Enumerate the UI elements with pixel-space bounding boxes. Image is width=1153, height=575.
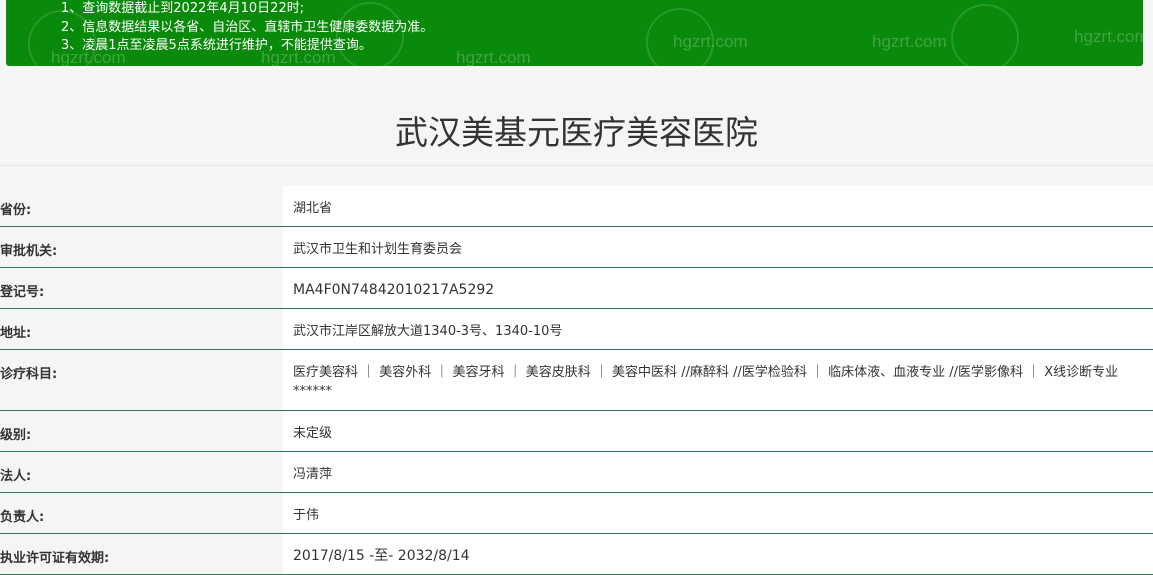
row-label: 审批机关: <box>0 227 283 267</box>
watermark-text: hgzrt.com <box>456 48 531 66</box>
table-row: 级别: 未定级 <box>0 411 1153 452</box>
notice-item: 2、信息数据结果以各省、自治区、直辖市卫生健康委数据为准。 <box>61 19 434 35</box>
watermark-logo-icon <box>951 4 1019 66</box>
row-value: 武汉市江岸区解放大道1340-3号、1340-10号 <box>283 309 1153 349</box>
table-row: 审批机关: 武汉市卫生和计划生育委员会 <box>0 227 1153 268</box>
table-row: 登记号: MA4F0N74842010217A5292 <box>0 268 1153 309</box>
row-label: 省份: <box>0 186 283 226</box>
table-row: 省份: 湖北省 <box>0 186 1153 227</box>
row-label: 地址: <box>0 309 283 349</box>
row-value: 2017/8/15 -至- 2032/8/14 <box>283 534 1153 574</box>
row-value: 未定级 <box>283 411 1153 451</box>
row-value: 湖北省 <box>283 186 1153 226</box>
notice-list: 1、查询数据截止到2022年4月10日22时; 2、信息数据结果以各省、自治区、… <box>61 0 433 56</box>
watermark-text: hgzrt.com <box>673 32 748 51</box>
watermark-text: hgzrt.com <box>1074 27 1143 46</box>
row-label: 法人: <box>0 452 283 492</box>
watermark-text: hgzrt.com <box>872 32 947 51</box>
title-divider <box>0 165 1153 166</box>
row-value: 冯清萍 <box>283 452 1153 492</box>
row-value: MA4F0N74842010217A5292 <box>283 268 1153 308</box>
row-label: 执业许可证有效期: <box>0 534 283 574</box>
row-label: 负责人: <box>0 493 283 533</box>
hospital-details-table: 省份: 湖北省 审批机关: 武汉市卫生和计划生育委员会 登记号: MA4F0N7… <box>0 186 1153 575</box>
table-row: 法人: 冯清萍 <box>0 452 1153 493</box>
page-title: 武汉美基元医疗美容医院 <box>395 113 758 152</box>
row-label: 登记号: <box>0 268 283 308</box>
row-label: 级别: <box>0 411 283 451</box>
row-value: 医疗美容科 ｜ 美容外科 ｜ 美容牙科 ｜ 美容皮肤科 ｜ 美容中医科 //麻醉… <box>283 350 1153 410</box>
table-row: 诊疗科目: 医疗美容科 ｜ 美容外科 ｜ 美容牙科 ｜ 美容皮肤科 ｜ 美容中医… <box>0 350 1153 411</box>
notice-banner: hgzrt.com hgzrt.com hgzrt.com hgzrt.com … <box>6 0 1143 66</box>
table-row: 执业许可证有效期: 2017/8/15 -至- 2032/8/14 <box>0 534 1153 575</box>
row-label: 诊疗科目: <box>0 350 283 410</box>
row-value: 武汉市卫生和计划生育委员会 <box>283 227 1153 267</box>
row-value: 于伟 <box>283 493 1153 533</box>
table-row: 负责人: 于伟 <box>0 493 1153 534</box>
table-row: 地址: 武汉市江岸区解放大道1340-3号、1340-10号 <box>0 309 1153 350</box>
notice-item: 1、查询数据截止到2022年4月10日22时; <box>61 1 305 16</box>
notice-item: 3、凌晨1点至凌晨5点系统进行维护，不能提供查询。 <box>61 38 372 53</box>
